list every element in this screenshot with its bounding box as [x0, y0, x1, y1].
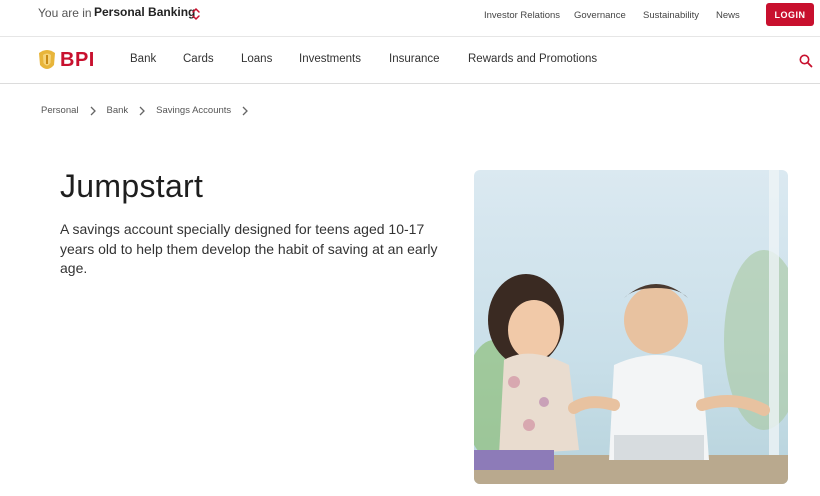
nav-investments[interactable]: Investments — [299, 53, 361, 65]
main-nav: BPI Bank Cards Loans Investments Insuran… — [0, 37, 820, 84]
chevron-right-icon — [138, 106, 146, 116]
nav-cards[interactable]: Cards — [183, 53, 214, 65]
link-sustainability[interactable]: Sustainability — [643, 10, 699, 21]
bpi-logo[interactable]: BPI — [37, 46, 95, 74]
breadcrumb-savings-accounts[interactable]: Savings Accounts — [156, 105, 231, 116]
hero-photo-children — [474, 170, 788, 484]
brand-name: BPI — [60, 48, 95, 71]
chevron-right-icon — [89, 106, 97, 116]
page-description: A savings account specially designed for… — [60, 221, 438, 276]
breadcrumb-bank[interactable]: Bank — [107, 105, 129, 116]
bpi-crest-icon — [39, 50, 55, 69]
link-investor-relations[interactable]: Investor Relations — [484, 10, 560, 21]
search-icon[interactable] — [798, 53, 814, 69]
chevron-updown-icon[interactable] — [190, 6, 202, 22]
login-button[interactable]: LOGIN — [766, 3, 814, 26]
utility-bar: You are in Personal Banking Investor Rel… — [0, 0, 820, 37]
page-title: Jumpstart — [60, 168, 204, 204]
segment-prefix: You are in — [38, 6, 92, 20]
nav-loans[interactable]: Loans — [241, 53, 272, 65]
breadcrumb: Personal Bank Savings Accounts — [41, 105, 259, 116]
nav-bank[interactable]: Bank — [130, 53, 156, 65]
chevron-right-icon — [241, 106, 249, 116]
breadcrumb-personal[interactable]: Personal — [41, 105, 79, 116]
link-news[interactable]: News — [716, 10, 740, 21]
nav-insurance[interactable]: Insurance — [389, 53, 440, 65]
link-governance[interactable]: Governance — [574, 10, 626, 21]
nav-rewards-and-promotions[interactable]: Rewards and Promotions — [468, 53, 597, 65]
segment-selector[interactable]: Personal Banking — [94, 5, 195, 19]
